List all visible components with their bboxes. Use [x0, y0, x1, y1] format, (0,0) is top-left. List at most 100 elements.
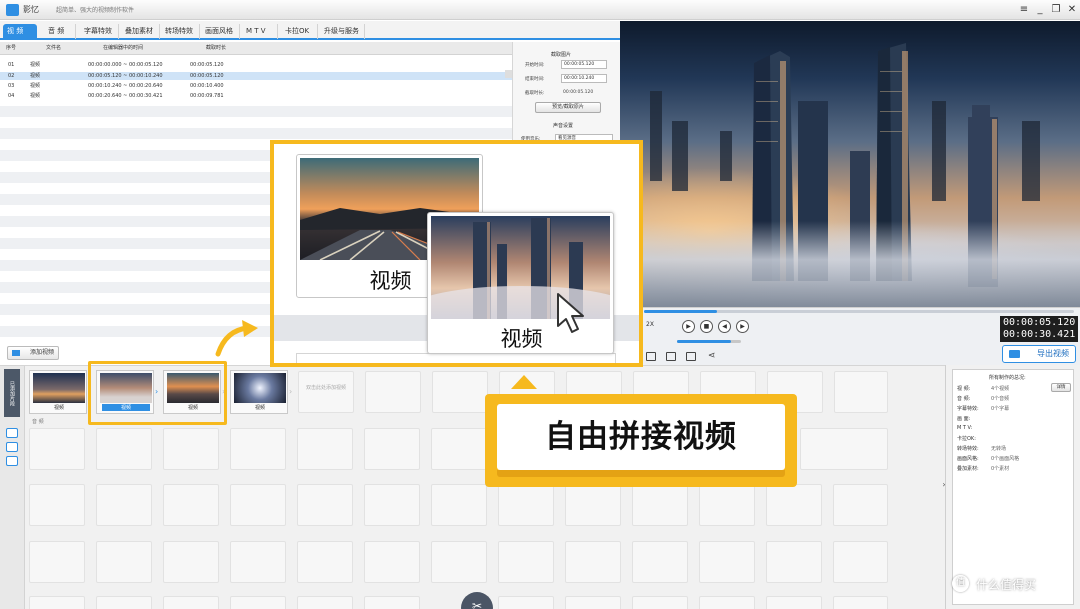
picture-icon[interactable]	[6, 442, 18, 452]
empty-slot[interactable]	[800, 428, 888, 470]
preview-trim-button[interactable]: 预览/截取原片	[535, 102, 601, 113]
folder-icon[interactable]	[646, 352, 656, 361]
empty-slot[interactable]	[432, 371, 488, 413]
empty-slot[interactable]	[96, 428, 152, 470]
header-duration[interactable]: 截取时长	[206, 44, 226, 51]
clip-list-row[interactable]: 02 视频 00:00:05.120 ~ 00:00:10.240 00:00:…	[0, 72, 512, 80]
header-filename[interactable]: 文件名	[46, 44, 61, 51]
empty-slot[interactable]	[699, 541, 755, 583]
empty-slot[interactable]	[297, 541, 353, 583]
empty-slot[interactable]	[565, 484, 621, 526]
empty-slot[interactable]	[766, 541, 822, 583]
end-time-field[interactable]: 00:00:10.240	[561, 74, 607, 83]
empty-slot[interactable]	[364, 541, 420, 583]
clip-list-row[interactable]: 04 视频 00:00:20.640 ~ 00:00:30.421 00:00:…	[0, 92, 512, 100]
crop-icon[interactable]	[6, 428, 18, 438]
restore-icon[interactable]: ❐	[1049, 3, 1063, 17]
empty-slot[interactable]	[297, 428, 353, 470]
empty-slot[interactable]	[29, 428, 85, 470]
added-clips-tab[interactable]: 已添加片段	[4, 369, 20, 417]
tab-upgrade-service[interactable]: 升级与服务	[320, 24, 365, 39]
empty-slot[interactable]	[365, 371, 421, 413]
empty-slot[interactable]	[632, 484, 688, 526]
timeline-clip[interactable]: 视频	[230, 370, 288, 414]
share-icon[interactable]: ⋖	[708, 351, 716, 361]
zoom-label[interactable]: 2X	[646, 321, 654, 328]
empty-slot[interactable]	[498, 541, 554, 583]
empty-slot[interactable]	[230, 428, 286, 470]
empty-slot[interactable]	[565, 596, 621, 609]
tab-karaoke[interactable]: 卡拉OK	[281, 24, 318, 39]
empty-slot[interactable]	[565, 541, 621, 583]
empty-slot[interactable]	[833, 541, 888, 583]
watermark-logo-icon: 值	[952, 575, 969, 592]
empty-slot[interactable]	[699, 484, 755, 526]
empty-slot[interactable]	[163, 596, 219, 609]
empty-slot[interactable]	[96, 484, 152, 526]
forward-icon[interactable]: ▶	[736, 320, 749, 333]
empty-slot[interactable]	[163, 541, 219, 583]
empty-slot[interactable]	[96, 596, 152, 609]
tab-video[interactable]: 视 频	[3, 24, 37, 39]
empty-slot[interactable]	[632, 541, 688, 583]
empty-slot[interactable]	[498, 484, 554, 526]
empty-slot[interactable]	[766, 596, 822, 609]
empty-slot[interactable]	[766, 484, 822, 526]
header-index[interactable]: 序号	[6, 44, 16, 51]
clip-label: 视频	[53, 405, 64, 411]
clip-thumbnail	[33, 373, 85, 403]
empty-slot[interactable]	[230, 596, 286, 609]
play-icon[interactable]: ▶	[682, 320, 695, 333]
video-preview[interactable]	[620, 21, 1080, 307]
close-icon[interactable]: ✕	[1065, 3, 1079, 17]
transition-arrow-icon[interactable]: ›	[289, 388, 297, 396]
timeline-clip[interactable]: 视频	[29, 370, 87, 414]
tab-subtitle-effects[interactable]: 字幕特效	[80, 24, 119, 39]
add-clip-slot[interactable]: 双击此处添加视频	[298, 371, 354, 413]
empty-slot[interactable]	[833, 484, 888, 526]
empty-slot[interactable]	[833, 596, 888, 609]
empty-slot[interactable]	[364, 596, 420, 609]
tab-transitions[interactable]: 转场特效	[161, 24, 200, 39]
minimize-icon[interactable]: _	[1033, 3, 1047, 17]
list-scrollbar-thumb[interactable]	[505, 70, 512, 78]
empty-slot[interactable]	[29, 596, 85, 609]
empty-slot[interactable]	[431, 484, 487, 526]
export-video-button[interactable]: 导出视频	[1002, 345, 1076, 363]
empty-slot[interactable]	[163, 484, 219, 526]
tab-audio[interactable]: 音 频	[44, 24, 76, 39]
empty-slot[interactable]	[29, 484, 85, 526]
progress-bar[interactable]	[644, 310, 1074, 313]
empty-slot[interactable]	[364, 428, 420, 470]
empty-slot[interactable]	[364, 484, 420, 526]
empty-slot[interactable]	[230, 484, 286, 526]
start-time-field[interactable]: 00:00:05.120	[561, 60, 607, 69]
effect-icon[interactable]	[6, 456, 18, 466]
stop-icon[interactable]: ■	[700, 320, 713, 333]
empty-slot[interactable]	[230, 541, 286, 583]
clip-list-row[interactable]: 01 视频 00:00:00.000 ~ 00:00:05.120 00:00:…	[0, 61, 512, 69]
add-video-button[interactable]: 添加视频	[7, 346, 59, 360]
empty-slot[interactable]	[699, 596, 755, 609]
copy-icon[interactable]	[666, 352, 676, 361]
details-button[interactable]: 详情	[1051, 383, 1071, 392]
rewind-icon[interactable]: ◀	[718, 320, 731, 333]
clip-list-row[interactable]: 03 视频 00:00:10.240 ~ 00:00:20.640 00:00:…	[0, 82, 512, 90]
tab-picture-style[interactable]: 画面风格	[201, 24, 240, 39]
empty-slot[interactable]	[431, 428, 487, 470]
header-timeline-range[interactable]: 在编辑器中的时间	[103, 44, 143, 51]
empty-slot[interactable]	[297, 596, 353, 609]
empty-slot[interactable]	[834, 371, 888, 413]
empty-slot[interactable]	[431, 541, 487, 583]
empty-slot[interactable]	[163, 428, 219, 470]
menu-icon[interactable]: ≡	[1017, 3, 1031, 17]
image-icon[interactable]	[686, 352, 696, 361]
empty-slot[interactable]	[29, 541, 85, 583]
volume-slider[interactable]	[677, 340, 741, 343]
empty-slot[interactable]	[498, 596, 554, 609]
empty-slot[interactable]	[96, 541, 152, 583]
empty-slot[interactable]	[632, 596, 688, 609]
tab-mtv[interactable]: M T V	[242, 24, 278, 39]
empty-slot[interactable]	[297, 484, 353, 526]
tab-overlay[interactable]: 叠加素材	[121, 24, 160, 39]
